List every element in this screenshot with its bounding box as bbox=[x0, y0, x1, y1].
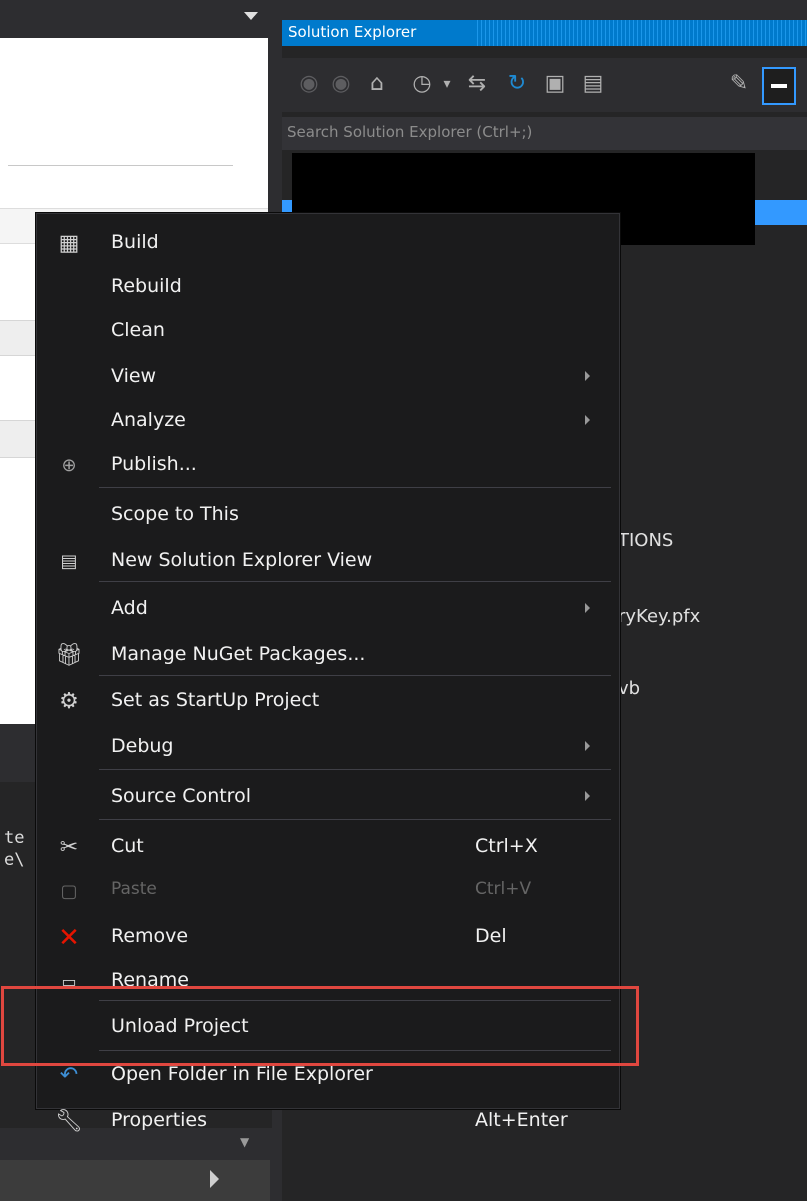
new-view-icon: ▤ bbox=[60, 551, 78, 572]
menu-item-analyze[interactable]: Analyze bbox=[37, 398, 619, 444]
menu-item-label: Remove bbox=[111, 925, 189, 947]
home-icon[interactable]: ⌂ bbox=[362, 67, 392, 101]
search-input[interactable]: Search Solution Explorer (Ctrl+;) bbox=[282, 117, 807, 150]
menu-separator bbox=[99, 675, 611, 676]
expand-arrow-icon[interactable] bbox=[210, 1170, 219, 1188]
sync-with-document-icon[interactable]: ⇆ bbox=[462, 67, 492, 101]
shortcut-label: Alt+Enter bbox=[475, 1109, 568, 1131]
output-text: e\ bbox=[4, 850, 25, 870]
solution-explorer-toolbar: ◉ ◉ ⌂ ◷ ▾ ⇆ ↻ ▣ ▤ ✎ bbox=[282, 58, 807, 112]
menu-item-new-solution-explorer-view[interactable]: ▤ New Solution Explorer View bbox=[37, 538, 619, 584]
open-folder-icon: ↶ bbox=[59, 1063, 79, 1088]
tab-dropdown-icon[interactable] bbox=[244, 12, 258, 20]
menu-item-label: View bbox=[111, 365, 157, 387]
menu-separator bbox=[99, 487, 611, 488]
menu-item-label: Rebuild bbox=[111, 275, 182, 297]
scissors-icon: ✂ bbox=[59, 835, 79, 860]
annotation-highlight-box bbox=[1, 986, 639, 1066]
menu-item-set-startup[interactable]: ⚙ Set as StartUp Project bbox=[37, 678, 619, 724]
submenu-arrow-icon bbox=[585, 741, 590, 751]
menu-item-label: Paste bbox=[111, 879, 157, 899]
shortcut-label: Del bbox=[475, 925, 507, 947]
menu-item-label: Open Folder in File Explorer bbox=[111, 1063, 373, 1085]
menu-separator bbox=[99, 769, 611, 770]
preview-selected-items-icon[interactable] bbox=[762, 67, 796, 105]
project-context-menu: ▦ Build Rebuild Clean View Analyze ⊕ Pub… bbox=[36, 213, 620, 1134]
menu-item-paste[interactable]: ▢ Paste Ctrl+V bbox=[37, 868, 619, 914]
submenu-arrow-icon bbox=[585, 791, 590, 801]
spacer bbox=[282, 0, 807, 20]
refresh-icon[interactable]: ↻ bbox=[502, 67, 532, 101]
menu-item-view[interactable]: View bbox=[37, 354, 619, 400]
tree-item-label[interactable]: vb bbox=[618, 678, 640, 699]
menu-item-label: Scope to This bbox=[111, 503, 239, 525]
menu-item-label: Add bbox=[111, 597, 148, 619]
menu-separator bbox=[99, 819, 611, 820]
filter-dropdown-icon[interactable]: ▾ bbox=[440, 67, 454, 101]
divider bbox=[8, 165, 233, 166]
paste-icon: ▢ bbox=[60, 881, 78, 902]
menu-separator bbox=[99, 581, 611, 582]
submenu-arrow-icon bbox=[585, 415, 590, 425]
solution-explorer-title-bar[interactable]: Solution Explorer bbox=[282, 20, 807, 46]
shortcut-label: Ctrl+X bbox=[475, 835, 538, 857]
publish-icon: ⊕ bbox=[61, 455, 77, 476]
wrench-icon: 🔧︎ bbox=[55, 1109, 83, 1134]
menu-item-label: Set as StartUp Project bbox=[111, 689, 320, 711]
menu-item-label: Cut bbox=[111, 835, 144, 857]
menu-item-debug[interactable]: Debug bbox=[37, 724, 619, 770]
status-strip: ▼ bbox=[0, 1135, 270, 1201]
collapse-all-icon[interactable]: ▣ bbox=[540, 67, 570, 101]
menu-item-label: Publish... bbox=[111, 453, 197, 475]
menu-item-scope-to-this[interactable]: Scope to This bbox=[37, 492, 619, 538]
show-all-files-icon[interactable]: ▤ bbox=[578, 67, 608, 101]
submenu-arrow-icon bbox=[585, 371, 590, 381]
menu-item-manage-nuget[interactable]: 🎁︎ Manage NuGet Packages... bbox=[37, 632, 619, 678]
submenu-arrow-icon bbox=[585, 603, 590, 613]
menu-item-label: Clean bbox=[111, 319, 165, 341]
nuget-icon: 🎁︎ bbox=[55, 643, 83, 668]
panel-title: Solution Explorer bbox=[288, 23, 417, 41]
menu-item-label: Source Control bbox=[111, 785, 251, 807]
menu-item-publish[interactable]: ⊕ Publish... bbox=[37, 442, 619, 488]
menu-item-label: Analyze bbox=[111, 409, 186, 431]
menu-item-label: Properties bbox=[111, 1109, 208, 1131]
search-placeholder: Search Solution Explorer (Ctrl+;) bbox=[287, 123, 533, 141]
back-icon[interactable]: ◉ bbox=[296, 67, 322, 101]
properties-wrench-icon[interactable]: ✎ bbox=[724, 67, 754, 101]
remove-x-icon: ✕ bbox=[58, 923, 80, 953]
forward-icon[interactable]: ◉ bbox=[328, 67, 354, 101]
output-text: te bbox=[4, 828, 25, 848]
menu-item-add[interactable]: Add bbox=[37, 586, 619, 632]
gear-icon: ⚙ bbox=[59, 689, 79, 714]
menu-item-properties[interactable]: 🔧︎ Properties Alt+Enter bbox=[37, 1098, 619, 1144]
menu-item-source-control[interactable]: Source Control bbox=[37, 774, 619, 820]
build-icon: ▦ bbox=[58, 231, 80, 256]
menu-item-clean[interactable]: Clean bbox=[37, 308, 619, 354]
menu-item-cut[interactable]: ✂ Cut Ctrl+X bbox=[37, 824, 619, 870]
menu-item-label: Manage NuGet Packages... bbox=[111, 643, 366, 665]
menu-item-rebuild[interactable]: Rebuild bbox=[37, 264, 619, 310]
shortcut-label: Ctrl+V bbox=[475, 879, 532, 899]
menu-item-label: Build bbox=[111, 231, 159, 253]
document-tab-bar bbox=[0, 0, 272, 38]
menu-item-build[interactable]: ▦ Build bbox=[37, 220, 619, 266]
tree-item-label[interactable]: ryKey.pfx bbox=[618, 606, 700, 627]
menu-item-label: Debug bbox=[111, 735, 174, 757]
pending-changes-filter-icon[interactable]: ◷ bbox=[407, 67, 437, 101]
tree-item-label[interactable]: TIONS bbox=[618, 530, 673, 551]
menu-item-label: New Solution Explorer View bbox=[111, 549, 373, 571]
menu-item-remove[interactable]: ✕ Remove Del bbox=[37, 914, 619, 960]
